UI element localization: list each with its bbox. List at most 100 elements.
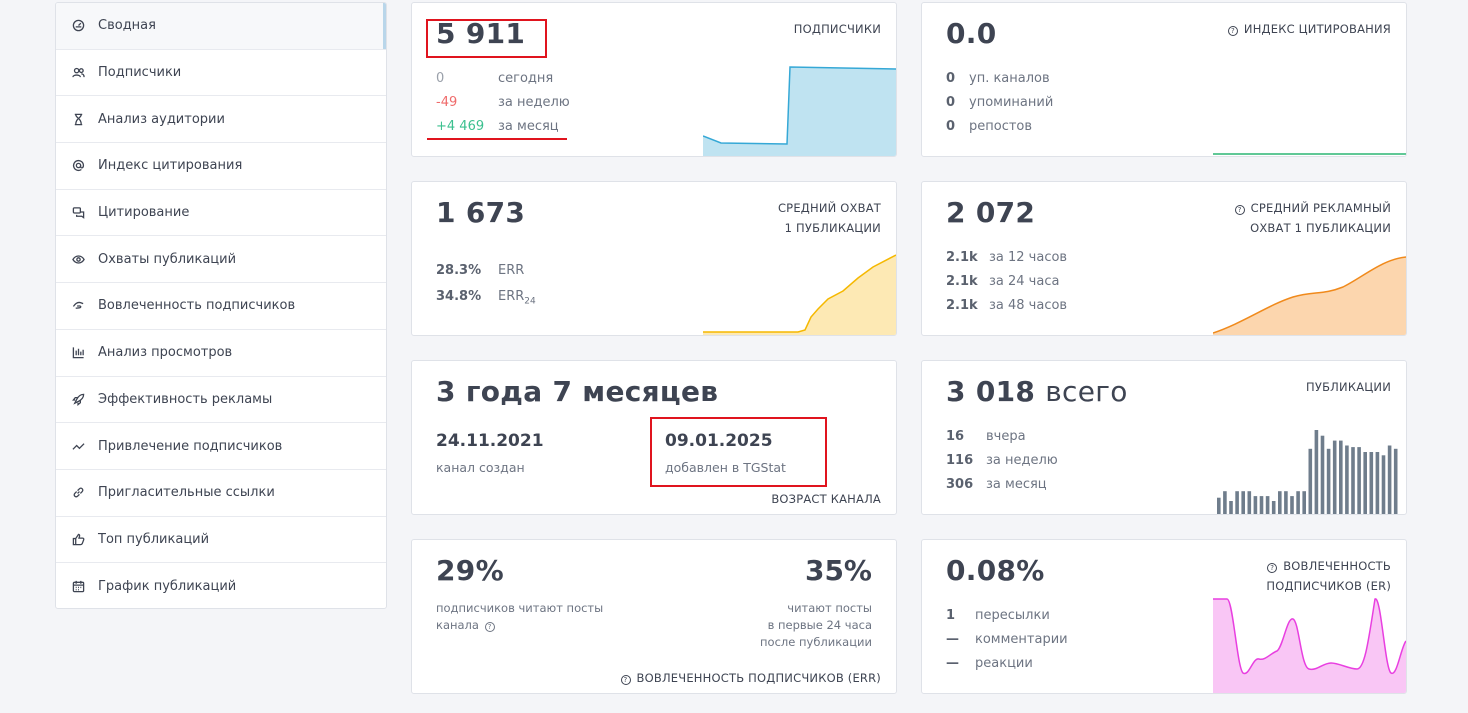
citation-sparkline (1213, 153, 1406, 155)
sidebar-item-top-posts[interactable]: Топ публикаций (56, 517, 386, 564)
sidebar-item-acquisition[interactable]: Привлечение подписчиков (56, 423, 386, 470)
sidebar-item-label: Охваты публикаций (98, 251, 237, 267)
chat-icon (71, 206, 85, 220)
sidebar-item-label: Цитирование (98, 205, 190, 221)
card-title: ПУБЛИКАЦИИ (1306, 380, 1391, 394)
help-icon: ? (1234, 205, 1245, 215)
hourglass-icon (71, 112, 85, 126)
publications-card[interactable]: 3 018 всего ПУБЛИКАЦИИ 16 вчера 116 за нед… (921, 360, 1407, 515)
created-date: 24.11.2021 (436, 431, 544, 451)
sidebar-item-label: Подписчики (98, 65, 182, 81)
help-icon: ? (620, 675, 631, 685)
err-left-value: 29% (436, 554, 504, 587)
sidebar-item-invite-links[interactable]: Пригласительные ссылки (56, 470, 386, 517)
sidebar-item-label: Привлечение подписчиков (98, 438, 283, 454)
sidebar-item-label: График публикаций (98, 579, 237, 595)
stat-row: -49 за неделю (436, 95, 570, 110)
sidebar-item-label: Пригласительные ссылки (98, 485, 275, 501)
stat-row: 0 сегодня (436, 71, 554, 86)
err-card[interactable]: 29% подписчиков читают посты канала ? 35… (411, 539, 897, 694)
err-left-label: подписчиков читают посты канала ? (436, 601, 604, 632)
sidebar-item-views[interactable]: Анализ просмотров (56, 330, 386, 377)
sidebar-item-engagement[interactable]: Вовлеченность подписчиков (56, 283, 386, 330)
stat-row: 0 уп. каналов (946, 71, 1050, 86)
rocket-icon (71, 392, 85, 406)
publications-bar (1387, 445, 1392, 514)
publications-bar (1235, 491, 1239, 514)
card-title: ВОЗРАСТ КАНАЛА (771, 492, 881, 506)
sidebar-item-citations[interactable]: Цитирование (56, 190, 386, 237)
publications-bar (1393, 448, 1398, 514)
citation-index-value: 0.0 (946, 17, 997, 50)
card-title: ? ВОВЛЕЧЕННОСТЬ ПОДПИСЧИКОВ (ERR) (620, 671, 881, 685)
sidebar-item-label: Анализ аудитории (98, 111, 225, 127)
sidebar-item-subscribers[interactable]: Подписчики (56, 50, 386, 97)
sidebar-item-citation-index[interactable]: Индекс цитирования (56, 143, 386, 190)
publications-bar (1339, 440, 1343, 514)
stat-row: 0 репостов (946, 119, 1033, 134)
publications-bar (1296, 491, 1300, 514)
stat-row: 0 упоминаний (946, 95, 1054, 110)
citation-index-card[interactable]: 0.0 ? ИНДЕКС ЦИТИРОВАНИЯ 0 уп. каналов 0 уп… (921, 2, 1407, 157)
publications-bar (1278, 491, 1282, 514)
hand-icon (71, 299, 85, 313)
publications-total: 3 018 всего (946, 375, 1128, 408)
publications-bar (1284, 491, 1288, 514)
stat-row: 306 за месяц (946, 477, 1047, 492)
highlight-box (650, 417, 827, 487)
bar-chart-icon (71, 346, 85, 360)
sidebar-item-label: Топ публикаций (98, 531, 210, 547)
publications-bar (1375, 452, 1380, 514)
stat-row: 2.1k за 12 часов (946, 250, 1068, 265)
publications-bar (1290, 496, 1294, 514)
publications-bar (1326, 448, 1331, 514)
publications-bar (1217, 497, 1221, 514)
publications-bar (1265, 496, 1270, 514)
stat-row: 116 за неделю (946, 453, 1058, 468)
ad-reach-card[interactable]: 2 072 ? СРЕДНИЙ РЕКЛАМНЫЙ ОХВАТ 1 ПУБЛИКАЦ… (921, 181, 1407, 336)
publications-bar (1381, 455, 1386, 514)
channel-age-value: 3 года 7 месяцев (436, 375, 719, 408)
stat-row: 2.1k за 24 часа (946, 274, 1060, 289)
eye-icon (71, 252, 85, 266)
err-row: 28.3% ERR (436, 263, 525, 278)
stat-row: — комментарии (946, 632, 1068, 647)
sidebar-item-label: Анализ просмотров (98, 345, 233, 361)
highlight-underline (427, 138, 567, 140)
ad-reach-sparkline (1213, 256, 1406, 335)
created-label: канал создан (436, 460, 525, 475)
average-reach-card[interactable]: 1 673 СРЕДНИЙ ОХВАТ 1 ПУБЛИКАЦИИ 28.3% ERR… (411, 181, 897, 336)
users-icon (71, 66, 85, 80)
er-value: 0.08% (946, 554, 1045, 587)
err-right-value: 35% (804, 554, 872, 587)
publications-bar (1241, 491, 1245, 514)
publications-bar (1223, 491, 1227, 514)
sidebar-item-reach[interactable]: Охваты публикаций (56, 236, 386, 284)
dashboard-icon (71, 19, 85, 33)
publications-bar (1314, 430, 1319, 514)
err24-row: 34.8% ERR24 (436, 289, 536, 307)
er-sparkline (1213, 598, 1406, 693)
stat-row: — реакции (946, 656, 1033, 671)
sidebar-item-audience[interactable]: Анализ аудитории (56, 96, 386, 144)
publications-bar (1320, 435, 1325, 514)
publications-bar (1351, 447, 1355, 514)
stat-row: 1 пересылки (946, 608, 1050, 623)
publications-bar (1332, 440, 1337, 514)
card-title: ПОДПИСЧИКИ (793, 22, 881, 36)
publications-bar-chart (1217, 430, 1398, 514)
at-icon (71, 159, 85, 173)
sidebar-item-schedule[interactable]: График публикаций (56, 563, 386, 608)
card-title: ? СРЕДНИЙ РЕКЛАМНЫЙ ОХВАТ 1 ПУБЛИКАЦИИ (1234, 198, 1391, 238)
publications-bar (1259, 496, 1264, 514)
er-card[interactable]: 0.08% ? ВОВЛЕЧЕННОСТЬ ПОДПИСЧИКОВ (ER) 1 пе… (921, 539, 1407, 694)
sidebar-nav: Сводная Подписчики Анализ аудитории Инде… (55, 2, 387, 609)
stat-row: +4 469 за месяц (436, 119, 559, 134)
publications-bar (1345, 445, 1349, 514)
sidebar-item-label: Вовлеченность подписчиков (98, 298, 296, 314)
sidebar-item-summary[interactable]: Сводная (56, 3, 386, 50)
help-icon[interactable]: ? (484, 622, 495, 632)
sidebar-item-ads[interactable]: Эффективность рекламы (56, 377, 386, 424)
publications-bar (1247, 491, 1252, 514)
ad-reach-value: 2 072 (946, 196, 1036, 229)
